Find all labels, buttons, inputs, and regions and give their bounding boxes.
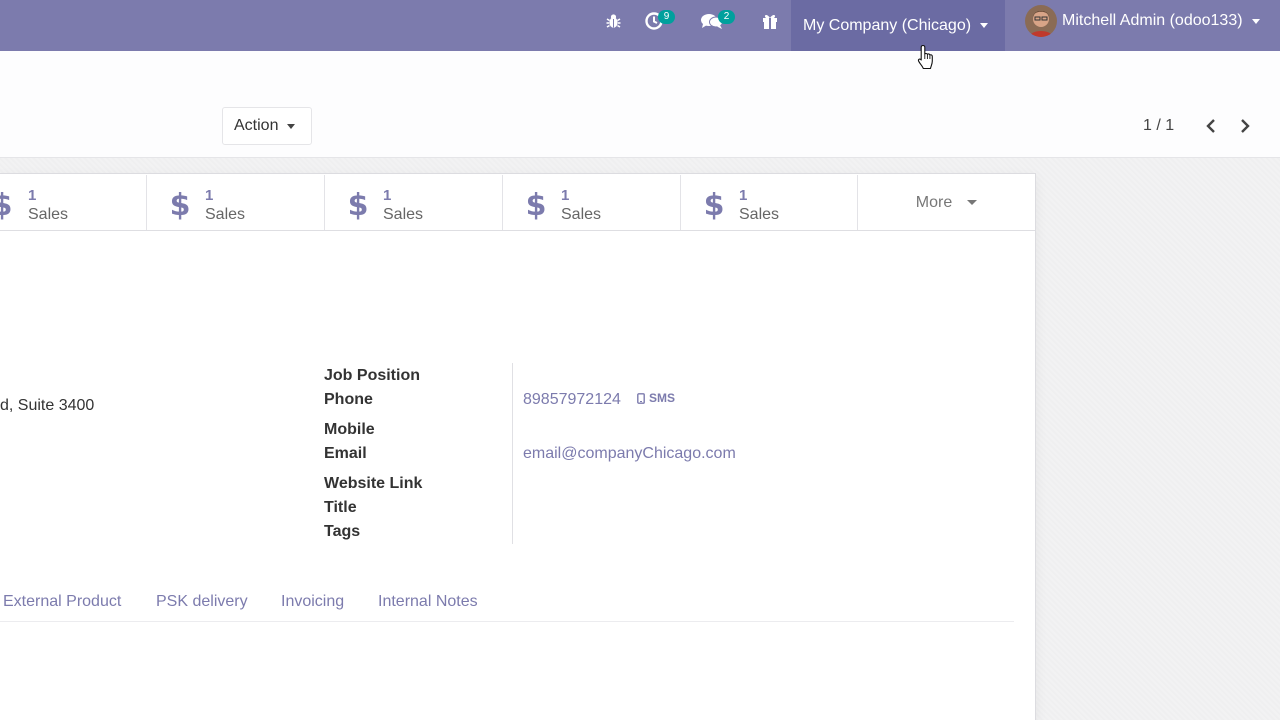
- email-label: Email: [324, 445, 367, 462]
- svg-text:$: $: [349, 188, 367, 220]
- field-divider: [512, 363, 513, 544]
- dollar-icon: $: [171, 188, 189, 220]
- action-label: Action: [234, 117, 279, 134]
- svg-text:$: $: [0, 188, 11, 220]
- sales-stat-button[interactable]: $ 1 Sales: [0, 175, 147, 230]
- dollar-icon: $: [527, 188, 545, 220]
- pager-value: 1 / 1: [1143, 117, 1175, 134]
- form-sheet: $ 1 Sales $ 1 Sales $ 1 Sales $ 1 Sales …: [0, 173, 1036, 720]
- svg-text:$: $: [705, 188, 723, 220]
- email-value[interactable]: email@companyChicago.com: [523, 445, 736, 463]
- top-navbar: 9 2 My Company (Chicago) Mitchell Admin …: [0, 0, 1280, 51]
- activity-badge: 9: [658, 10, 675, 24]
- chevron-left-icon: [1206, 119, 1215, 133]
- stat-value: 1: [205, 187, 214, 204]
- svg-text:$: $: [527, 188, 545, 220]
- stat-value: 1: [739, 187, 748, 204]
- chevron-down-icon: [967, 200, 978, 205]
- sales-stat-button[interactable]: $ 1 Sales: [681, 175, 857, 230]
- stat-value: 1: [28, 187, 37, 204]
- sms-button[interactable]: SMS: [637, 391, 675, 405]
- tab-external-product[interactable]: External Product: [3, 593, 121, 611]
- tab-internal-notes[interactable]: Internal Notes: [378, 593, 478, 611]
- sms-label: SMS: [649, 391, 676, 405]
- street-field[interactable]: d, Suite 3400: [0, 397, 94, 415]
- hand-cursor-icon: [917, 44, 933, 70]
- avatar: [1025, 5, 1057, 37]
- chevron-down-icon: [287, 123, 296, 129]
- tab-psk-delivery[interactable]: PSK delivery: [156, 593, 248, 611]
- stat-value: 1: [561, 187, 570, 204]
- stat-label: Sales: [28, 206, 69, 223]
- company-label: My Company (Chicago): [803, 16, 972, 34]
- more-label: More: [915, 193, 953, 211]
- pager-next-button[interactable]: [1233, 112, 1257, 140]
- title-label: Title: [324, 499, 357, 516]
- stat-label: Sales: [739, 206, 780, 223]
- action-dropdown-button[interactable]: Action: [222, 107, 312, 145]
- gift-icon[interactable]: [760, 0, 780, 42]
- dollar-icon: $: [349, 188, 367, 220]
- messages-badge: 2: [718, 10, 735, 24]
- dollar-icon: $: [0, 188, 11, 220]
- user-label: Mitchell Admin (odoo133): [1062, 12, 1243, 29]
- svg-text:$: $: [171, 188, 189, 220]
- sales-stat-button[interactable]: $ 1 Sales: [147, 175, 325, 230]
- mobile-label: Mobile: [324, 421, 375, 438]
- smart-button-box: $ 1 Sales $ 1 Sales $ 1 Sales $ 1 Sales …: [0, 175, 1035, 231]
- stat-value: 1: [383, 187, 392, 204]
- sales-stat-button[interactable]: $ 1 Sales: [503, 175, 681, 230]
- bug-icon[interactable]: [603, 0, 623, 42]
- tags-label: Tags: [324, 523, 361, 540]
- website-label: Website Link: [324, 475, 423, 492]
- chevron-down-icon: [1251, 18, 1260, 24]
- phone-label: Phone: [324, 391, 373, 408]
- tab-invoicing[interactable]: Invoicing: [281, 593, 344, 611]
- chevron-down-icon: [980, 23, 989, 28]
- pager-previous-button[interactable]: [1199, 112, 1223, 140]
- sales-stat-button[interactable]: $ 1 Sales: [325, 175, 503, 230]
- mobile-icon: [637, 392, 645, 404]
- job-position-label: Job Position: [324, 367, 420, 384]
- dollar-icon: $: [705, 188, 723, 220]
- user-menu[interactable]: Mitchell Admin (odoo133): [1025, 0, 1260, 42]
- stat-label: Sales: [383, 206, 424, 223]
- stat-label: Sales: [561, 206, 602, 223]
- phone-value[interactable]: 89857972124: [523, 391, 621, 409]
- chevron-right-icon: [1241, 119, 1250, 133]
- more-button[interactable]: More: [857, 175, 1035, 230]
- tabs-divider: [0, 621, 1014, 622]
- company-switcher[interactable]: My Company (Chicago): [791, 0, 1005, 51]
- stat-label: Sales: [205, 206, 246, 223]
